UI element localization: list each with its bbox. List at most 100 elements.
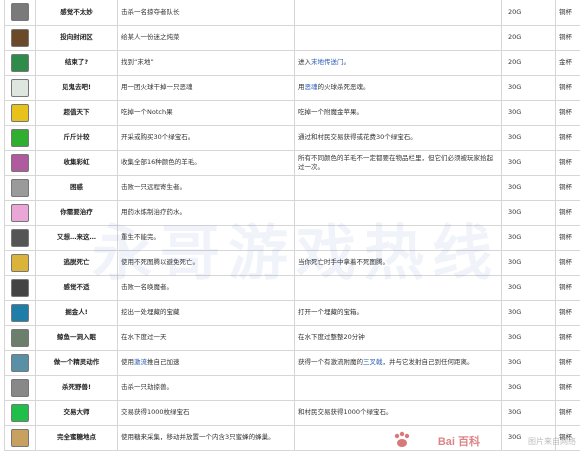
trophy-type: 铜杯 <box>555 374 580 401</box>
icon-cell <box>4 399 36 426</box>
wiki-link[interactable]: 激流 <box>134 358 147 366</box>
achievement-info: 用恶魂的火球杀死恶魂。 <box>294 74 502 101</box>
trophy-type: 铜杯 <box>555 149 580 176</box>
achievement-name: 杀死野兽! <box>35 374 118 401</box>
achievement-name: 又想…来这… <box>35 224 118 251</box>
achievement-info: 打开一个埋藏的宝箱。 <box>294 299 502 326</box>
achievement-name: 收集彩虹 <box>35 149 118 176</box>
compass-icon <box>11 53 29 72</box>
achievement-name: 逃脱死亡 <box>35 249 118 276</box>
potion-icon <box>11 203 29 222</box>
achievement-condition: 用药水炼制治疗药水。 <box>117 199 295 226</box>
achievement-condition: 吃掉一个Notch果 <box>117 99 295 126</box>
achievement-info <box>294 374 502 401</box>
achievement-condition: 击败一名唤魔者。 <box>117 274 295 301</box>
achievement-name: 交易大师 <box>35 399 118 426</box>
armor-stand-icon <box>11 278 29 297</box>
wiki-link[interactable]: 三叉戟 <box>363 358 383 366</box>
achievement-info: 吃掉一个附魔金苹果。 <box>294 99 502 126</box>
achievement-name: 感觉不太妙 <box>35 0 118 26</box>
trophy-type: 铜杯 <box>555 399 580 426</box>
gamerscore: 30G <box>501 174 556 201</box>
gamerscore: 20G <box>501 24 556 51</box>
achievement-info: 在水下度过整整20分钟 <box>294 324 502 351</box>
emerald-icon <box>11 128 29 147</box>
trophy-type: 铜杯 <box>555 174 580 201</box>
icon-cell <box>4 299 36 326</box>
icon-cell <box>4 224 36 251</box>
table-row: 收集彩虹 收集全部16种颜色的羊毛。 所有不同颜色的羊毛不一定都要在物品栏里，但它们… <box>4 149 580 176</box>
achievement-condition: 挖出一处埋藏的宝藏 <box>117 299 295 326</box>
table-row: 交易大师 交易获得1000枚绿宝石 和村民交易获得1000个绿宝石。 30G 铜杯 <box>4 399 580 426</box>
achievement-condition: 重生不能完。 <box>117 224 295 251</box>
trophy-type: 铜杯 <box>555 324 580 351</box>
table-row: 逃脱死亡 使用不死图腾以避免死亡。 当你死亡时手中拿着不死图腾。 30G 铜杯 <box>4 249 580 276</box>
achievement-condition: 击杀一名掠夺者队长 <box>117 0 295 26</box>
achievement-condition: 找到“末地” <box>117 49 295 76</box>
fire-charge-icon <box>11 78 29 97</box>
heart-of-sea-icon <box>11 303 29 322</box>
icon-cell <box>4 24 36 51</box>
wool-icon <box>11 153 29 172</box>
totem-icon <box>11 253 29 272</box>
trophy-type: 金杯 <box>555 49 580 76</box>
emerald-block-icon <box>11 403 29 422</box>
table-row: 做一个精灵动作 使用激流推自己加速 获得一个有激流附魔的三叉戟，并与它发射自己到任何… <box>4 349 580 376</box>
table-row: 感觉不太妙 击杀一名掠夺者队长 20G 铜杯 <box>4 0 580 26</box>
wiki-link[interactable]: 末地传送门 <box>311 58 344 66</box>
achievement-info: 和村民交易获得1000个绿宝石。 <box>294 399 502 426</box>
gamerscore: 30G <box>501 324 556 351</box>
paw-logo-icon <box>394 431 410 447</box>
table-row: 结束了? 找到“末地” 进入末地传送门。 20G 金杯 <box>4 49 580 76</box>
gamerscore: 30G <box>501 224 556 251</box>
achievement-name: 投向封闭区 <box>35 24 118 51</box>
achievement-condition: 使用不死图腾以避免死亡。 <box>117 249 295 276</box>
gamerscore: 30G <box>501 99 556 126</box>
trophy-type: 铜杯 <box>555 99 580 126</box>
trident-icon <box>11 378 29 397</box>
achievement-name: 结束了? <box>35 49 118 76</box>
icon-cell <box>4 274 36 301</box>
icon-cell <box>4 349 36 376</box>
gamerscore: 30G <box>501 299 556 326</box>
baidu-logo: Bai 百科 <box>437 436 480 448</box>
achievement-condition: 在水下度过一天 <box>117 324 295 351</box>
icon-cell <box>4 374 36 401</box>
achievement-condition: 交易获得1000枚绿宝石 <box>117 399 295 426</box>
achievement-name: 鲸鱼一洞入眠 <box>35 324 118 351</box>
gamerscore: 30G <box>501 399 556 426</box>
gamerscore: 30G <box>501 124 556 151</box>
achievement-name: 见鬼去吧! <box>35 74 118 101</box>
icon-cell <box>4 49 36 76</box>
trophy-type: 铜杯 <box>555 0 580 26</box>
icon-cell <box>4 174 36 201</box>
trophy-type: 铜杯 <box>555 224 580 251</box>
achievement-name: 做一个精灵动作 <box>35 349 118 376</box>
trophy-type: 铜杯 <box>555 199 580 226</box>
gamerscore: 30G <box>501 274 556 301</box>
achievement-info: 获得一个有激流附魔的三叉戟，并与它发射自己到任何距离。 <box>294 349 502 376</box>
table-row: 见鬼去吧! 用一团火球干掉一只恶魂 用恶魂的火球杀死恶魂。 30G 铜杯 <box>4 74 580 101</box>
achievement-name: 困惑 <box>35 174 118 201</box>
trophy-type: 铜杯 <box>555 274 580 301</box>
dolphin-icon <box>11 353 29 372</box>
achievement-name: 你需要治疗 <box>35 199 118 226</box>
icon-cell <box>4 74 36 101</box>
icon-cell <box>4 324 36 351</box>
table-row: 超值天下 吃掉一个Notch果 吃掉一个附魔金苹果。 30G 铜杯 <box>4 99 580 126</box>
bow-icon <box>11 3 29 22</box>
table-row: 困惑 击败一只远程寄生者。 30G 铜杯 <box>4 174 580 201</box>
achievement-condition: 击败一只远程寄生者。 <box>117 174 295 201</box>
table-row: 又想…来这… 重生不能完。 30G 铜杯 <box>4 224 580 251</box>
achievement-table: 感觉不太妙 击杀一名掠夺者队长 20G 铜杯 投向封闭区 给某人一份迷之炖菜 20G 铜杯 结束… <box>4 0 580 451</box>
achievement-info <box>294 224 502 251</box>
wiki-link[interactable]: 恶魂 <box>305 83 318 91</box>
trophy-type: 铜杯 <box>555 249 580 276</box>
achievement-name: 完全蜜糖地点 <box>35 424 118 451</box>
achievement-info: 所有不同颜色的羊毛不一定都要在物品栏里，但它们必须被玩家拾起过一次。 <box>294 149 502 176</box>
table-row: 感觉不适 击败一名唤魔者。 30G 铜杯 <box>4 274 580 301</box>
gamerscore: 30G <box>501 74 556 101</box>
trophy-type: 铜杯 <box>555 299 580 326</box>
achievement-condition: 开采或购买30个绿宝石。 <box>117 124 295 151</box>
achievement-condition: 击杀一只劫掠兽。 <box>117 374 295 401</box>
